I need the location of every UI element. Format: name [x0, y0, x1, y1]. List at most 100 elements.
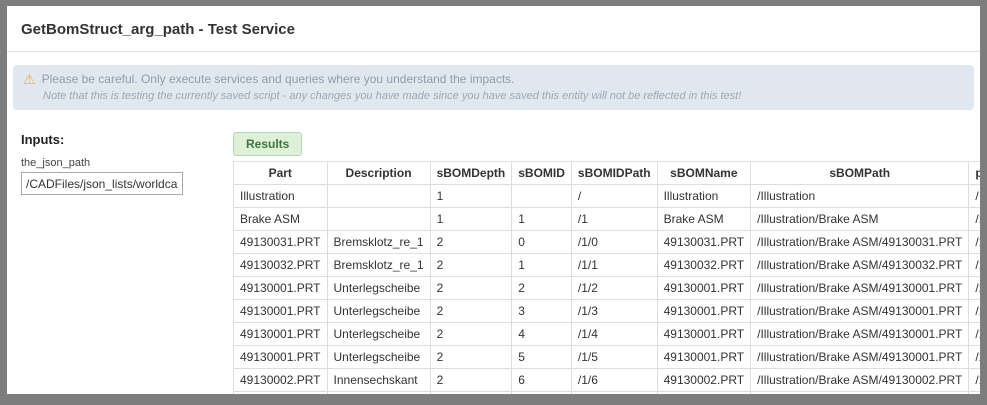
table-cell: /1/2: [571, 277, 657, 300]
table-cell: 49130031.PRT: [234, 231, 328, 254]
table-cell: 49130032.PRT: [234, 254, 328, 277]
table-cell: /1/6: [571, 369, 657, 392]
table-cell: /1/5: [969, 346, 980, 369]
table-cell: 49130001.PRT: [657, 323, 751, 346]
table-cell: 3: [512, 300, 572, 323]
page: GetBomStruct_arg_path - Test Service ⚠ P…: [7, 6, 980, 394]
table-cell: 49130001.PRT: [234, 300, 328, 323]
table-row[interactable]: 49130032.PRTBremsklotz_re_121/1/14913003…: [234, 254, 981, 277]
table-cell: 2: [430, 392, 512, 395]
warning-text: Please be careful. Only execute services…: [42, 72, 515, 86]
column-header-sbomdepth[interactable]: sBOMDepth: [430, 162, 512, 185]
table-cell: Unterlegscheibe: [327, 323, 430, 346]
table-cell: /: [969, 185, 980, 208]
warning-line-1: ⚠ Please be careful. Only execute servic…: [23, 72, 962, 86]
table-cell: 49130032.PRT: [657, 254, 751, 277]
table-cell: 1: [430, 208, 512, 231]
table-cell: 1: [512, 254, 572, 277]
table-cell: 49130002.PRT: [657, 392, 751, 395]
table-cell: /1/4: [571, 323, 657, 346]
table-cell: 1: [430, 185, 512, 208]
warning-triangle-icon: ⚠: [23, 72, 36, 86]
table-row[interactable]: 49130002.PRTInnensechskant26/1/649130002…: [234, 369, 981, 392]
table-cell: /1/6: [969, 369, 980, 392]
table-cell: 49130031.PRT: [657, 231, 751, 254]
results-button[interactable]: Results: [233, 132, 302, 156]
table-cell: Innensechskant: [327, 369, 430, 392]
table-cell: /Illustration/Brake ASM/49130002.PRT: [751, 369, 969, 392]
table-cell: /Illustration/Brake ASM/49130032.PRT: [751, 254, 969, 277]
table-cell: /1/4: [969, 323, 980, 346]
page-header: GetBomStruct_arg_path - Test Service: [7, 6, 980, 52]
table-cell: 2: [430, 277, 512, 300]
table-cell: 2: [430, 369, 512, 392]
column-header-sbomidpath[interactable]: sBOMIDPath: [571, 162, 657, 185]
table-cell: 0: [512, 231, 572, 254]
table-cell: 2: [430, 231, 512, 254]
table-row[interactable]: 49130031.PRTBremsklotz_re_120/1/04913003…: [234, 231, 981, 254]
table-cell: /1: [571, 208, 657, 231]
warning-note: Note that this is testing the currently …: [23, 90, 962, 102]
page-title: GetBomStruct_arg_path - Test Service: [21, 21, 966, 38]
table-cell: Unterlegscheibe: [327, 277, 430, 300]
table-cell: [327, 185, 430, 208]
table-cell: /1/7: [571, 392, 657, 395]
table-cell: Illustration: [657, 185, 751, 208]
table-cell: [327, 208, 430, 231]
table-cell: /Illustration: [751, 185, 969, 208]
table-cell: Bremsklotz_re_1: [327, 231, 430, 254]
table-row[interactable]: Illustration1/Illustration/Illustration/: [234, 185, 981, 208]
table-cell: 49130001.PRT: [234, 277, 328, 300]
column-header-part[interactable]: Part: [234, 162, 328, 185]
column-header-description[interactable]: Description: [327, 162, 430, 185]
column-header-path[interactable]: path: [969, 162, 980, 185]
table-cell: Unterlegscheibe: [327, 300, 430, 323]
table-cell: 2: [512, 277, 572, 300]
table-row[interactable]: 49130001.PRTUnterlegscheibe24/1/44913000…: [234, 323, 981, 346]
inputs-panel: Inputs: the_json_path: [14, 132, 233, 195]
table-row[interactable]: 49130002.PRTInnensechskant27/1/749130002…: [234, 392, 981, 395]
warning-banner: ⚠ Please be careful. Only execute servic…: [13, 65, 974, 110]
content-area: Inputs: the_json_path Results PartDescri…: [7, 110, 980, 394]
table-cell: 2: [430, 346, 512, 369]
table-cell: 1: [512, 208, 572, 231]
table-cell: /1/0: [969, 231, 980, 254]
table-cell: 49130001.PRT: [234, 346, 328, 369]
table-cell: /Illustration/Brake ASM/49130002.PRT: [751, 392, 969, 395]
table-cell: /Illustration/Brake ASM: [751, 208, 969, 231]
table-cell: 49130002.PRT: [657, 369, 751, 392]
results-panel: Results PartDescriptionsBOMDepthsBOMIDsB…: [233, 132, 980, 394]
table-cell: Illustration: [234, 185, 328, 208]
table-cell: 49130001.PRT: [657, 346, 751, 369]
table-cell: /Illustration/Brake ASM/49130001.PRT: [751, 300, 969, 323]
table-cell: 49130002.PRT: [234, 392, 328, 395]
column-header-sbomid[interactable]: sBOMID: [512, 162, 572, 185]
table-cell: 7: [512, 392, 572, 395]
table-cell: 5: [512, 346, 572, 369]
table-cell: /Illustration/Brake ASM/49130031.PRT: [751, 231, 969, 254]
json-path-field-label: the_json_path: [21, 157, 233, 169]
column-header-sbomname[interactable]: sBOMName: [657, 162, 751, 185]
table-cell: /1/3: [571, 300, 657, 323]
table-cell: /Illustration/Brake ASM/49130001.PRT: [751, 346, 969, 369]
table-row[interactable]: 49130001.PRTUnterlegscheibe22/1/24913000…: [234, 277, 981, 300]
table-row[interactable]: Brake ASM11/1Brake ASM/Illustration/Brak…: [234, 208, 981, 231]
table-cell: /1/2: [969, 277, 980, 300]
window-frame: GetBomStruct_arg_path - Test Service ⚠ P…: [0, 0, 987, 405]
table-cell: Bremsklotz_re_1: [327, 254, 430, 277]
inputs-heading: Inputs:: [21, 132, 233, 147]
table-cell: [512, 185, 572, 208]
table-cell: /1/5: [571, 346, 657, 369]
table-cell: 2: [430, 254, 512, 277]
column-header-sbompath[interactable]: sBOMPath: [751, 162, 969, 185]
table-cell: /1: [969, 208, 980, 231]
table-cell: 49130001.PRT: [657, 300, 751, 323]
json-path-input[interactable]: [21, 172, 183, 195]
table-row[interactable]: 49130001.PRTUnterlegscheibe23/1/34913000…: [234, 300, 981, 323]
table-cell: 2: [430, 300, 512, 323]
table-cell: /Illustration/Brake ASM/49130001.PRT: [751, 277, 969, 300]
table-cell: 6: [512, 369, 572, 392]
table-row[interactable]: 49130001.PRTUnterlegscheibe25/1/54913000…: [234, 346, 981, 369]
table-cell: Brake ASM: [657, 208, 751, 231]
table-cell: 49130001.PRT: [657, 277, 751, 300]
